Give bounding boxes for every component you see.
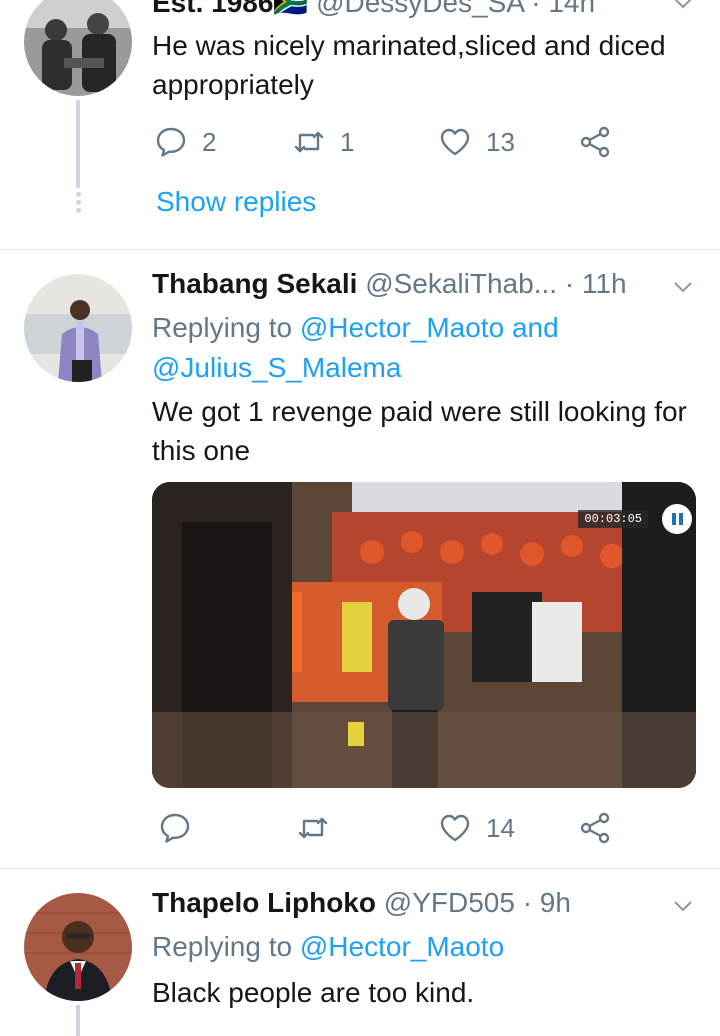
thread-line — [76, 100, 80, 188]
thread-line — [76, 1005, 80, 1036]
retweet-count: 1 — [340, 126, 355, 157]
tweet-text: He was nicely marinated,sliced and diced… — [152, 30, 666, 100]
thread-dots — [74, 192, 82, 216]
avatar[interactable] — [24, 274, 132, 382]
retweet-icon — [298, 817, 328, 839]
share-button[interactable] — [578, 808, 612, 848]
replying-to-label: Replying to — [152, 312, 293, 343]
like-button[interactable]: 14 — [438, 808, 515, 848]
timestamp[interactable]: · 11h — [565, 268, 627, 299]
display-name[interactable]: Est. 1986🇿🇦 — [152, 0, 308, 18]
tweet-header: Thabang Sekali @SekaliThab... · 11h — [152, 268, 696, 308]
chevron-down-icon[interactable] — [672, 276, 694, 298]
reply-icon — [160, 813, 190, 843]
user-handle[interactable]: @DessyDes_SA — [316, 0, 523, 18]
tweet-actions: 14 — [152, 808, 632, 848]
replying-to: Replying to @Hector_Maoto and @Julius_S_… — [152, 308, 632, 388]
tweet-text: Black people are too kind. — [152, 977, 475, 1008]
pause-icon[interactable] — [662, 504, 692, 534]
chevron-down-icon[interactable] — [672, 0, 694, 14]
like-count: 13 — [486, 126, 515, 157]
timestamp[interactable]: · 14h — [531, 0, 595, 18]
user-handle[interactable]: @SekaliThab... — [365, 268, 557, 299]
tweet-text: We got 1 revenge paid were still looking… — [152, 396, 687, 466]
retweet-button[interactable]: 1 — [292, 122, 354, 162]
replying-to: Replying to @Hector_Maoto — [152, 927, 672, 967]
replying-to-label: Replying to — [152, 931, 293, 962]
tweet-2[interactable]: Thabang Sekali @SekaliThab... · 11h Repl… — [0, 250, 720, 868]
like-button[interactable]: 13 — [438, 122, 515, 162]
chevron-down-icon[interactable] — [672, 895, 694, 917]
reply-button[interactable] — [158, 808, 192, 848]
heart-icon — [440, 128, 470, 156]
display-name[interactable]: Thapelo Liphoko — [152, 887, 376, 918]
tweet-1[interactable]: Est. 1986🇿🇦 @DessyDes_SA · 14h He was ni… — [0, 0, 720, 250]
reply-icon — [156, 127, 186, 157]
reply-button[interactable]: 2 — [154, 122, 216, 162]
tweet-header: Thapelo Liphoko @YFD505 · 9h — [152, 887, 696, 927]
tweet-actions: 2 1 13 — [152, 122, 632, 162]
retweet-button[interactable] — [296, 808, 330, 848]
like-count: 14 — [486, 812, 515, 843]
user-handle[interactable]: @YFD505 — [384, 887, 515, 918]
show-replies-link[interactable]: Show replies — [156, 186, 316, 218]
replying-to-users-link[interactable]: @Hector_Maoto — [300, 931, 504, 962]
video-timestamp: 00:03:05 — [578, 510, 648, 528]
share-icon — [580, 126, 610, 158]
avatar[interactable] — [24, 0, 132, 96]
reply-count: 2 — [202, 126, 217, 157]
retweet-icon — [294, 131, 324, 153]
avatar[interactable] — [24, 893, 132, 1001]
tweet-3[interactable]: Thapelo Liphoko @YFD505 · 9h Replying to… — [0, 869, 720, 1036]
tweet-video[interactable]: 00:03:05 — [152, 482, 696, 788]
heart-icon — [440, 814, 470, 842]
tweet-header: Est. 1986🇿🇦 @DessyDes_SA · 14h — [152, 0, 696, 26]
display-name[interactable]: Thabang Sekali — [152, 268, 357, 299]
timestamp[interactable]: · 9h — [523, 887, 571, 918]
share-button[interactable] — [578, 122, 612, 162]
share-icon — [580, 812, 610, 844]
